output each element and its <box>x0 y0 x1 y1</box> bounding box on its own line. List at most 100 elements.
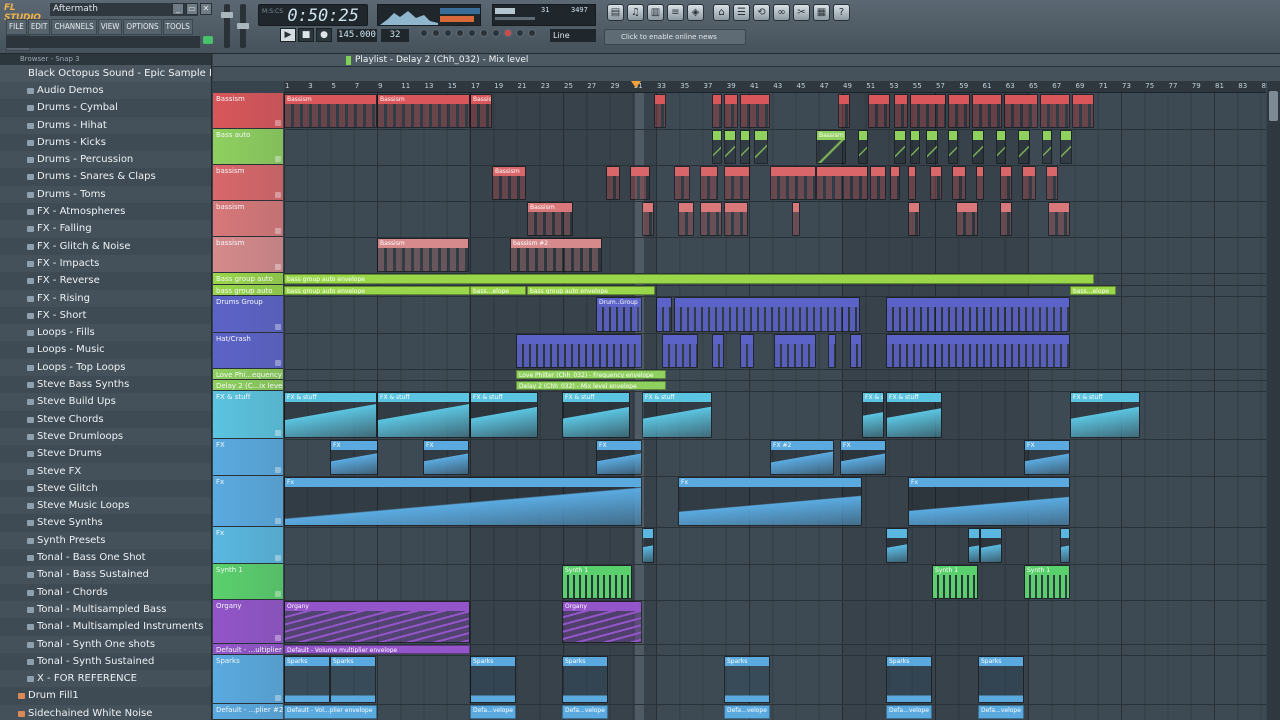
browser-folder[interactable]: Steve Drums <box>0 445 211 462</box>
playlist-clip[interactable]: Defa...velope <box>562 705 608 719</box>
browser-folder[interactable]: Steve Build Ups <box>0 393 211 411</box>
playlist-clip[interactable]: Organy <box>562 601 642 643</box>
playlist-clip[interactable] <box>678 202 694 236</box>
track-mute-icon[interactable] <box>275 264 281 270</box>
snap-option-2[interactable] <box>432 29 440 37</box>
playlist-icon[interactable]: ▤ <box>607 4 624 21</box>
playlist-clip[interactable]: Fx <box>678 477 862 526</box>
playlist-clip[interactable]: Organy <box>284 601 470 643</box>
playlist-clip[interactable] <box>980 528 1002 563</box>
browser-folder[interactable]: Steve Glitch <box>0 480 211 497</box>
browser-folder[interactable]: Steve Music Loops <box>0 497 211 515</box>
playlist-clip[interactable]: bass group auto envelope <box>284 286 470 295</box>
track-mute-icon[interactable] <box>275 591 281 597</box>
playlist-clip[interactable] <box>724 202 748 236</box>
playlist-clip[interactable] <box>662 334 698 368</box>
playlist-clip[interactable] <box>1000 202 1012 236</box>
playlist-clip[interactable] <box>886 297 1070 332</box>
browser-folder[interactable]: Tonal - Bass One Shot <box>0 549 211 566</box>
playlist-clip[interactable]: Bassism <box>492 166 526 200</box>
playlist-clip[interactable]: FX & stuff <box>1070 392 1140 438</box>
snap-option-10[interactable] <box>528 29 536 37</box>
close-button[interactable]: ✕ <box>200 3 212 15</box>
playlist-clip[interactable] <box>858 130 868 164</box>
browser-folder[interactable]: Loops - Top Loops <box>0 358 211 377</box>
playlist-clip[interactable] <box>674 297 860 332</box>
playlist-clip[interactable]: FX #2 <box>770 440 834 475</box>
playlist-clip[interactable] <box>724 166 750 200</box>
browser-folder[interactable]: Loops - Music <box>0 341 211 358</box>
playlist-clip[interactable] <box>930 166 942 200</box>
play-button[interactable]: ▶ <box>280 28 296 42</box>
playlist-clip[interactable] <box>948 130 958 164</box>
menu-channels[interactable]: CHANNELS <box>51 19 97 35</box>
track-mute-icon[interactable] <box>275 430 281 436</box>
playlist-clip[interactable] <box>740 94 770 128</box>
playlist-clip[interactable] <box>740 334 754 368</box>
scrollbar-thumb[interactable] <box>1269 91 1278 121</box>
stop-button[interactable]: ■ <box>298 28 314 42</box>
playlist-clip[interactable]: FX & stuff <box>284 392 377 438</box>
playlist-clip[interactable] <box>1048 202 1070 236</box>
save-icon[interactable]: ▦ <box>813 4 830 21</box>
snap-option-6[interactable] <box>480 29 488 37</box>
playlist-clip[interactable] <box>828 334 836 368</box>
snap-option-5[interactable] <box>468 29 476 37</box>
track-header[interactable]: Fx <box>213 527 283 564</box>
playlist-clip[interactable] <box>774 334 816 368</box>
playlist-clip[interactable] <box>606 166 620 200</box>
playlist-clip[interactable] <box>910 94 946 128</box>
playlist-clip[interactable]: bass...elope <box>470 286 526 295</box>
piano-roll-icon[interactable]: ♫ <box>627 4 644 21</box>
pattern-selector[interactable]: 32 <box>381 29 409 42</box>
playlist-clip[interactable] <box>700 202 722 236</box>
playlist-clip[interactable] <box>816 166 868 200</box>
playlist-clip[interactable] <box>996 130 1006 164</box>
mixer-icon[interactable]: ≡ <box>667 4 684 21</box>
playlist-clip[interactable] <box>894 130 906 164</box>
browser-folder[interactable]: Synth Presets <box>0 531 211 550</box>
browser-folder[interactable]: Drums - Toms <box>0 185 211 204</box>
playlist-clip[interactable]: Default - Volume multiplier envelope <box>284 645 470 654</box>
playlist-clip[interactable]: Default - Vol...plier envelope <box>284 705 377 719</box>
track-header[interactable]: Default - ...ultiplier <box>213 644 283 655</box>
playlist-clip[interactable]: FX <box>423 440 469 475</box>
playlist-clip[interactable] <box>700 166 718 200</box>
minimize-button[interactable]: _ <box>172 3 184 15</box>
plugin-icon[interactable]: ◈ <box>687 4 704 21</box>
playlist-clip[interactable] <box>712 130 722 164</box>
track-header[interactable]: Drums Group <box>213 296 283 333</box>
track-header[interactable]: FX <box>213 439 283 476</box>
browser-folder[interactable]: FX - Atmospheres <box>0 203 211 220</box>
channel-rack-icon[interactable]: ▥ <box>647 4 664 21</box>
browser-folder[interactable]: Steve Drumloops <box>0 427 211 446</box>
track-mute-icon[interactable] <box>275 360 281 366</box>
playlist-clip[interactable]: FX <box>596 440 642 475</box>
playlist-clip[interactable] <box>1046 166 1058 200</box>
playlist-clip[interactable] <box>1042 130 1052 164</box>
browser-folder[interactable]: Steve FX <box>0 462 211 480</box>
browser-folder[interactable]: FX - Short <box>0 307 211 324</box>
track-header[interactable]: Bass auto <box>213 129 283 165</box>
playlist-clip[interactable]: Synth 1 <box>1024 565 1070 599</box>
browser-file[interactable]: Drum Fill1 <box>0 687 211 704</box>
browser-root-folder[interactable]: Black Octopus Sound - Epic Sample Pack <box>0 65 211 82</box>
playlist-clip[interactable] <box>972 94 1002 128</box>
playlist-clip[interactable] <box>656 297 672 332</box>
playlist-scrollbar[interactable] <box>1267 81 1280 720</box>
tempo-icon[interactable]: ⟲ <box>753 4 770 21</box>
track-header[interactable]: Organy <box>213 600 283 644</box>
browser-folder[interactable]: Drums - Snares & Claps <box>0 168 211 185</box>
playlist-grid[interactable]: BassismBassismBassismBassismBassismBassi… <box>284 93 1266 720</box>
playlist-clip[interactable]: bass...elope <box>1070 286 1116 295</box>
playlist-clip[interactable]: Synth 1 <box>562 565 632 599</box>
playlist-clip[interactable]: Defa...velope <box>724 705 770 719</box>
playlist-clip[interactable] <box>792 202 800 236</box>
snap-select[interactable]: Line <box>550 29 596 42</box>
playlist-clip[interactable] <box>1022 166 1036 200</box>
master-pitch-slider[interactable] <box>237 4 249 48</box>
playlist-clip[interactable] <box>1060 528 1070 563</box>
playlist-clip[interactable] <box>674 166 690 200</box>
playlist-clip[interactable] <box>1040 94 1070 128</box>
browser-folder[interactable]: Loops - Fills <box>0 324 211 342</box>
